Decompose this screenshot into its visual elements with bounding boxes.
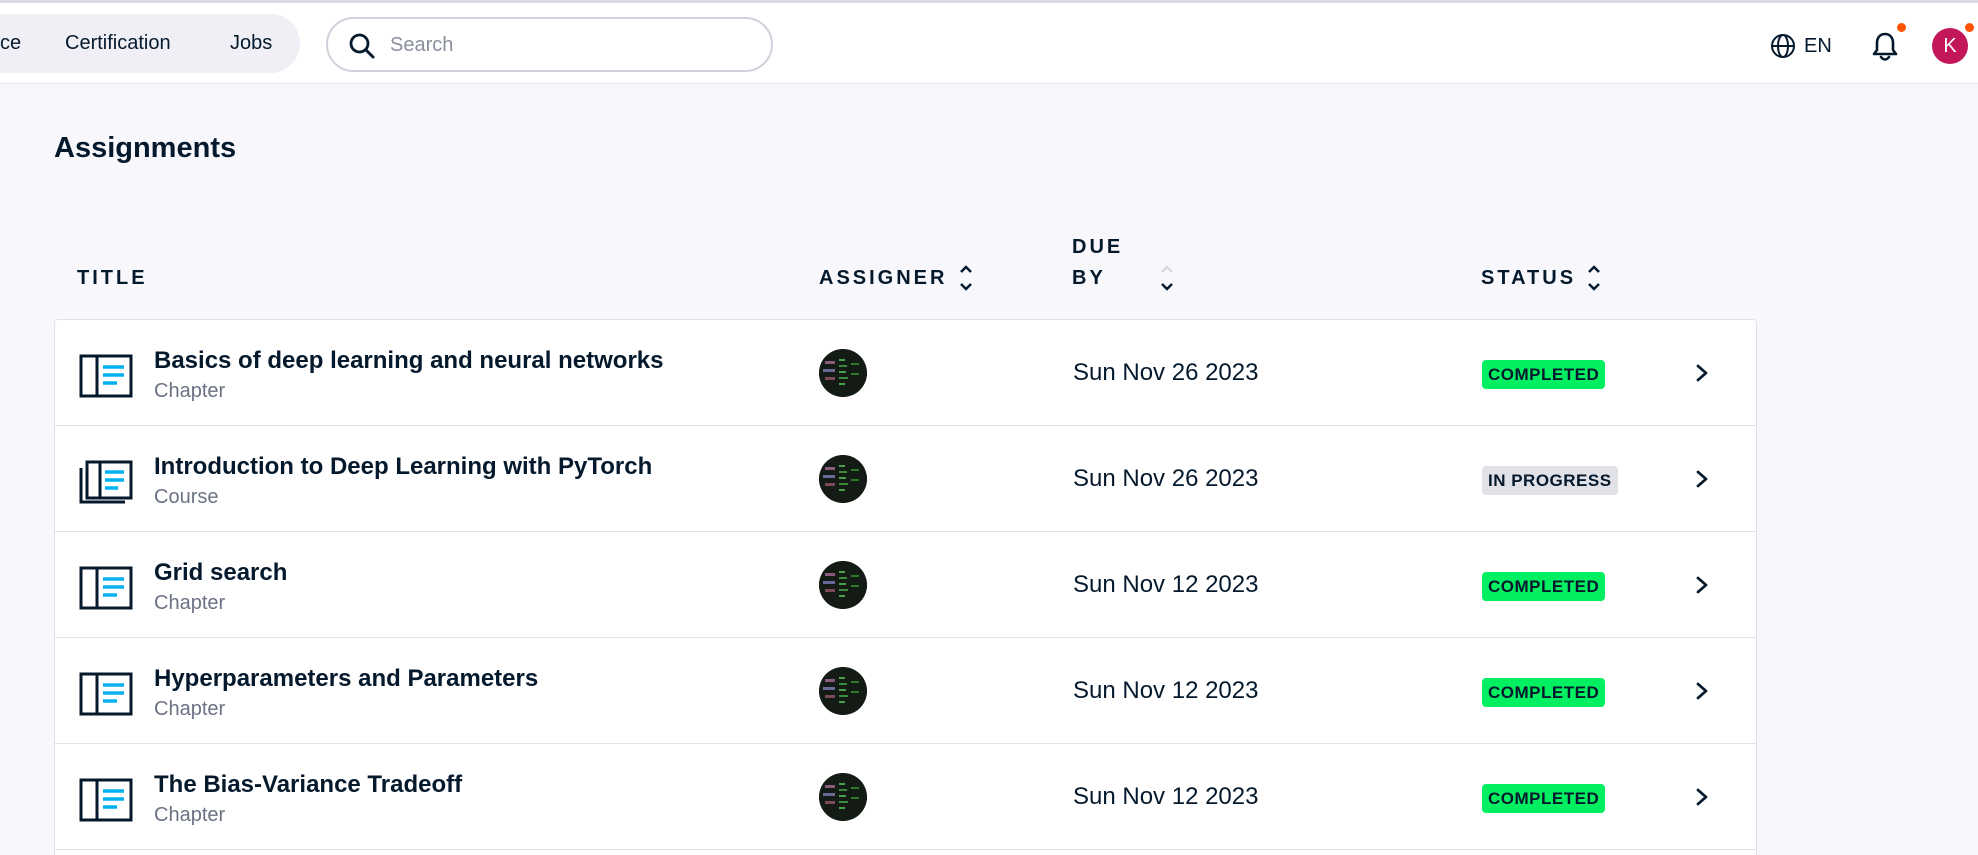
column-header-assigner[interactable]: ASSIGNER: [819, 267, 947, 290]
language-selector[interactable]: EN: [1770, 29, 1832, 63]
notifications-button[interactable]: [1870, 23, 1906, 63]
due-date: Sun Nov 26 2023: [1073, 465, 1259, 492]
table-row[interactable]: Hyperparameters and Parameters Chapter S…: [55, 638, 1756, 744]
nav-menu: ce Certification Jobs: [0, 14, 300, 73]
bell-icon: [1872, 32, 1898, 61]
assignment-title[interactable]: Introduction to Deep Learning with PyTor…: [154, 453, 652, 481]
due-date: Sun Nov 12 2023: [1073, 783, 1259, 810]
nav-item-jobs[interactable]: Jobs: [230, 14, 272, 73]
search-input[interactable]: [390, 27, 750, 63]
notification-dot: [1897, 23, 1906, 32]
user-initial: K: [1943, 34, 1957, 57]
status-badge: COMPLETED: [1482, 360, 1606, 389]
nav-item-certification[interactable]: Certification: [65, 14, 171, 73]
assignment-title[interactable]: Hyperparameters and Parameters: [154, 665, 538, 693]
page-title: Assignments: [54, 132, 237, 164]
chapter-icon: [79, 778, 133, 822]
chevron-right-icon[interactable]: [1691, 573, 1713, 597]
sort-assigner-icon[interactable]: [958, 262, 974, 294]
assignment-title[interactable]: Basics of deep learning and neural netwo…: [154, 347, 663, 375]
assigner-avatar: [819, 773, 867, 821]
avatar-notification-dot: [1965, 23, 1974, 32]
chevron-right-icon[interactable]: [1691, 361, 1713, 385]
chapter-icon: [79, 354, 133, 398]
column-header-title: TITLE: [77, 267, 148, 289]
column-header-due-line1[interactable]: DUE: [1072, 236, 1123, 259]
status-badge: COMPLETED: [1482, 784, 1606, 813]
search-box: [326, 17, 773, 72]
chevron-right-icon[interactable]: [1691, 785, 1713, 809]
chevron-right-icon[interactable]: [1691, 467, 1713, 491]
assigner-avatar: [819, 561, 867, 609]
table-row[interactable]: Basics of deep learning and neural netwo…: [55, 320, 1756, 426]
sort-status-icon[interactable]: [1586, 262, 1602, 294]
assigner-avatar: [819, 455, 867, 503]
course-icon: [79, 460, 133, 504]
table-row[interactable]: The Bias-Variance Tradeoff Chapter Sun N…: [55, 744, 1756, 850]
column-header-due-line2[interactable]: BY: [1072, 267, 1106, 290]
user-avatar[interactable]: K: [1932, 23, 1974, 64]
assignments-table: Basics of deep learning and neural netwo…: [54, 319, 1757, 855]
assignment-title[interactable]: The Bias-Variance Tradeoff: [154, 771, 462, 799]
chapter-icon: [79, 672, 133, 716]
column-header-status[interactable]: STATUS: [1481, 267, 1576, 290]
chevron-right-icon[interactable]: [1691, 679, 1713, 703]
sort-due-icon[interactable]: [1159, 262, 1175, 294]
assigner-avatar: [819, 667, 867, 715]
chapter-icon: [79, 566, 133, 610]
assigner-avatar: [819, 349, 867, 397]
search-icon: [349, 33, 375, 59]
status-badge: COMPLETED: [1482, 678, 1606, 707]
status-badge: IN PROGRESS: [1482, 466, 1618, 495]
assignment-type: Chapter: [154, 698, 226, 720]
due-date: Sun Nov 12 2023: [1073, 677, 1259, 704]
due-date: Sun Nov 26 2023: [1073, 359, 1259, 386]
top-bar: ce Certification Jobs EN K: [0, 0, 1978, 84]
assignment-type: Course: [154, 486, 219, 508]
globe-icon: [1771, 34, 1795, 58]
assignment-title[interactable]: Grid search: [154, 559, 287, 587]
due-date: Sun Nov 12 2023: [1073, 571, 1259, 598]
language-label: EN: [1804, 34, 1832, 57]
status-badge: COMPLETED: [1482, 572, 1606, 601]
table-row[interactable]: Grid search Chapter Sun Nov 12 2023 COMP…: [55, 532, 1756, 638]
table-row[interactable]: Introduction to Deep Learning with PyTor…: [55, 426, 1756, 532]
assignment-type: Chapter: [154, 592, 226, 614]
nav-item-marketplace[interactable]: ce: [0, 14, 21, 73]
assignment-type: Chapter: [154, 380, 226, 402]
assignment-type: Chapter: [154, 804, 226, 826]
